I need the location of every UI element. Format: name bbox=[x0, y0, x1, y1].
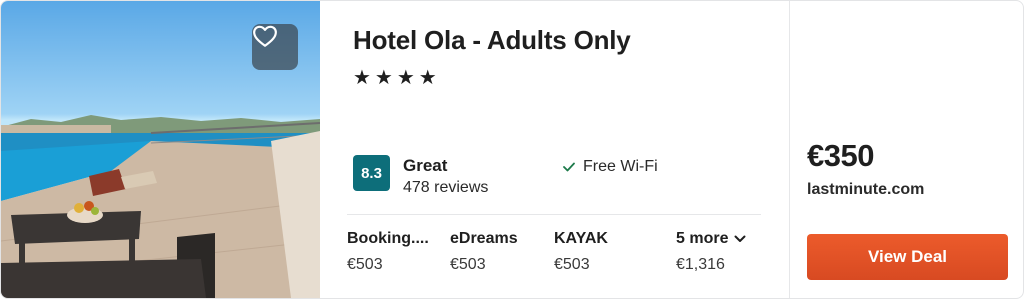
more-providers-label-row: 5 more bbox=[676, 230, 776, 248]
heart-icon bbox=[253, 25, 277, 47]
review-score-label: Great bbox=[403, 156, 448, 175]
provider-edreams[interactable]: eDreams €503 bbox=[450, 230, 550, 274]
divider bbox=[347, 214, 761, 215]
favorite-button[interactable] bbox=[252, 24, 298, 70]
provider-name: eDreams bbox=[450, 230, 518, 247]
more-providers-button[interactable]: 5 more €1,316 bbox=[676, 230, 776, 274]
provider-price: €503 bbox=[347, 256, 383, 273]
provider-name: KAYAK bbox=[554, 230, 608, 247]
provider-price: €503 bbox=[554, 256, 590, 273]
provider-booking[interactable]: Booking.... €503 bbox=[347, 230, 447, 274]
hotel-name[interactable]: Hotel Ola - Adults Only bbox=[353, 25, 631, 56]
provider-price: €503 bbox=[450, 256, 486, 273]
hotel-photo[interactable] bbox=[1, 1, 320, 298]
more-providers-price: €1,316 bbox=[676, 256, 725, 273]
deal-price: €350 bbox=[807, 138, 874, 173]
hotel-result-card: Hotel Ola - Adults Only ★★★★ 8.3 Great 4… bbox=[0, 0, 1024, 299]
review-count[interactable]: 478 reviews bbox=[403, 179, 488, 197]
provider-name: Booking.... bbox=[347, 230, 429, 247]
more-providers-label: 5 more bbox=[676, 230, 729, 247]
deal-site: lastminute.com bbox=[807, 181, 925, 198]
check-icon bbox=[563, 162, 575, 172]
star-rating: ★★★★ bbox=[353, 65, 441, 89]
deal-divider bbox=[789, 1, 790, 298]
amenity-item: Free Wi-Fi bbox=[563, 158, 658, 176]
provider-kayak[interactable]: KAYAK €503 bbox=[554, 230, 654, 274]
chevron-down-icon bbox=[734, 235, 746, 242]
amenity-label: Free Wi-Fi bbox=[583, 158, 658, 175]
view-deal-button[interactable]: View Deal bbox=[807, 234, 1008, 280]
review-score-badge: 8.3 bbox=[353, 155, 390, 191]
